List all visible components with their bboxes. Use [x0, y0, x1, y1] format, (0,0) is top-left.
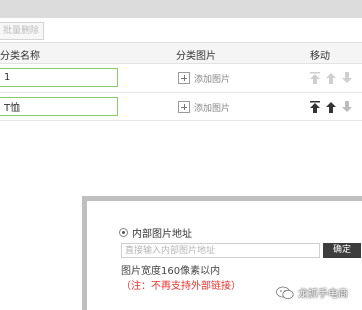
- confirm-button[interactable]: 确定: [323, 243, 361, 258]
- move-controls: [310, 101, 352, 113]
- internal-image-label: 内部图片地址: [132, 229, 192, 240]
- add-image-button[interactable]: 添加图片: [178, 71, 230, 85]
- top-toolbar: [0, 0, 362, 18]
- header-category-name: 分类名称: [0, 51, 40, 62]
- add-image-label: 添加图片: [194, 74, 231, 85]
- watermark: 龙抓手电商: [276, 285, 348, 300]
- plus-square-icon: [178, 72, 190, 84]
- table-row: 添加图片: [0, 93, 362, 121]
- wechat-logo-icon: [276, 286, 294, 299]
- radio-button-selected[interactable]: [119, 228, 128, 237]
- move-to-top-icon[interactable]: [310, 101, 320, 113]
- table-header: 分类名称 分类图片 移动: [0, 42, 362, 64]
- header-move: 移动: [310, 51, 330, 62]
- move-up-icon[interactable]: [326, 101, 336, 113]
- move-up-icon[interactable]: [326, 72, 336, 84]
- hint-text: 图片宽度160像素以内: [121, 266, 221, 277]
- category-name-input[interactable]: [0, 68, 118, 87]
- category-name-input[interactable]: [0, 97, 118, 116]
- add-image-button[interactable]: 添加图片: [178, 100, 230, 114]
- bulk-delete-button[interactable]: 批量删除: [0, 22, 44, 40]
- header-category-image: 分类图片: [176, 51, 216, 62]
- plus-square-icon: [178, 101, 190, 113]
- watermark-text: 龙抓手电商: [298, 289, 348, 300]
- hint-warning: （注：不再支持外部链接）: [121, 281, 241, 292]
- add-image-label: 添加图片: [194, 103, 231, 114]
- internal-image-option[interactable]: 内部图片地址: [119, 225, 192, 240]
- table-row: 添加图片: [0, 64, 362, 93]
- move-down-icon[interactable]: [342, 72, 352, 84]
- image-url-input[interactable]: [121, 243, 320, 258]
- category-table: 分类名称 分类图片 移动 添加图片 添加图片: [0, 42, 362, 121]
- move-down-icon[interactable]: [342, 101, 352, 113]
- move-to-top-icon[interactable]: [310, 72, 320, 84]
- move-controls: [310, 72, 352, 84]
